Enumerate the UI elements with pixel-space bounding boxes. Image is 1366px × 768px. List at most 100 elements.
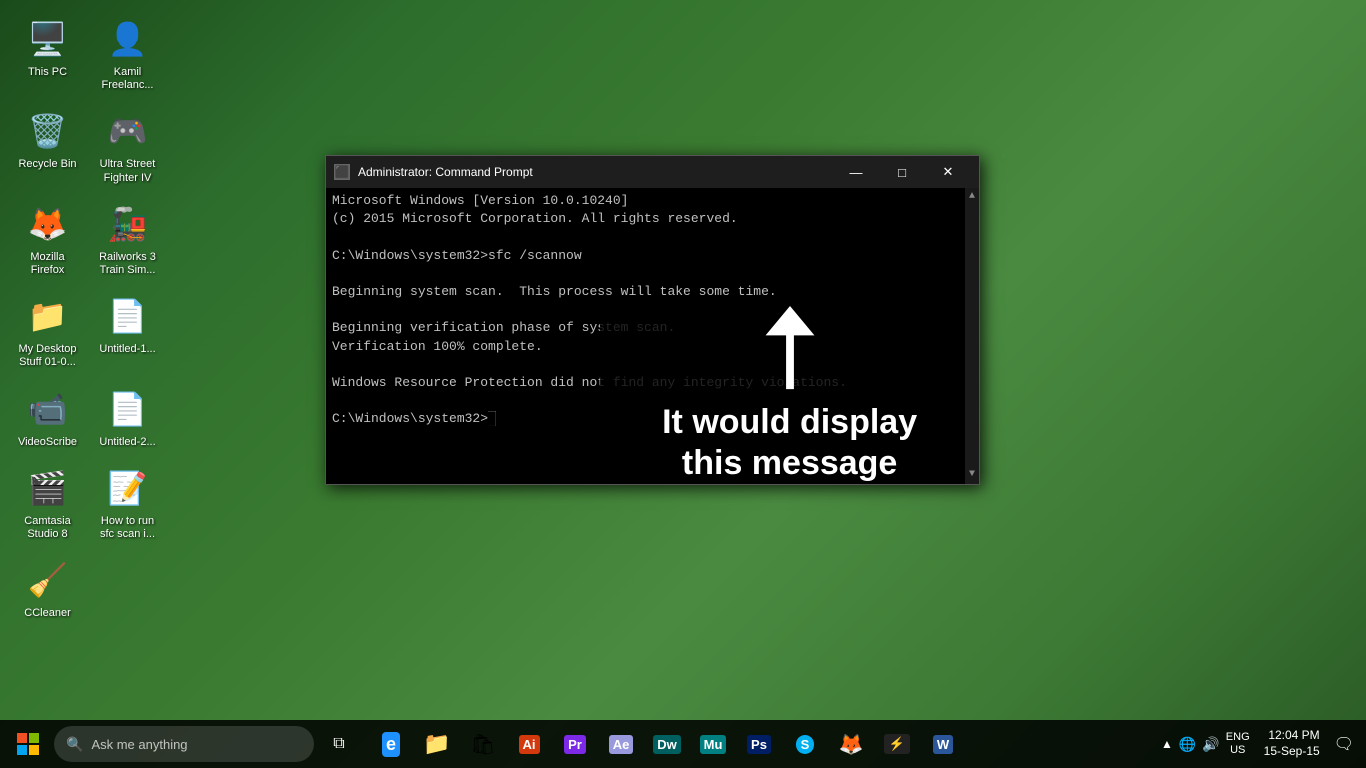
videoscribe-label: VideoScribe <box>18 436 77 449</box>
cmd-close-button[interactable]: ✕ <box>925 156 971 188</box>
taskbar-photoshop[interactable]: Ps <box>736 720 782 768</box>
taskbar: 🔍 ⧉ e 📁 🛍 Ai Pr <box>0 720 1366 768</box>
firefox-taskbar-icon: 🦊 <box>839 732 864 757</box>
ultra-street-label: Ultra Street Fighter IV <box>95 158 160 184</box>
scrollbar-up-arrow[interactable]: ▲ <box>967 188 977 206</box>
taskbar-date: 15-Sep-15 <box>1264 744 1320 760</box>
desktop-icon-recycle-bin[interactable]: 🗑️ Recycle Bin <box>10 102 85 189</box>
ultra-street-icon: 🎮 <box>104 107 152 155</box>
after-effects-icon: Ae <box>609 735 634 754</box>
taskbar-word[interactable]: W <box>920 720 966 768</box>
language-indicator[interactable]: ENG US <box>1226 731 1250 757</box>
cmd-line-3 <box>332 228 965 246</box>
skype-icon: S <box>796 735 815 754</box>
annotation-arrow-svg <box>755 306 825 394</box>
taskbar-pinned-apps: e 📁 🛍 Ai Pr Ae Dw <box>364 720 1151 768</box>
task-view-button[interactable]: ⧉ <box>316 720 362 768</box>
scrollbar-down-arrow[interactable]: ▼ <box>967 466 977 484</box>
notification-button[interactable]: 🗨 <box>1334 734 1354 754</box>
how-to-run-icon: 📝 <box>104 464 152 512</box>
taskbar-firefox[interactable]: 🦊 <box>828 720 874 768</box>
language-locale: US <box>1226 744 1250 757</box>
this-pc-label: This PC <box>28 66 67 79</box>
desktop-icon-untitled2[interactable]: 📄 Untitled-2... <box>90 380 165 454</box>
cmd-titlebar: ⬛ Administrator: Command Prompt — □ ✕ <box>326 156 979 188</box>
explorer-icon: 📁 <box>423 731 450 757</box>
cmd-minimize-button[interactable]: — <box>833 156 879 188</box>
untitled1-icon: 📄 <box>104 292 152 340</box>
dreamweaver-icon: Dw <box>653 735 681 754</box>
taskbar-edge[interactable]: e <box>368 720 414 768</box>
camtasia-icon: 🎬 <box>24 464 72 512</box>
annotation-overlay: It would display this message <box>600 306 979 484</box>
how-to-run-label: How to run sfc scan i... <box>95 515 160 541</box>
ccleaner-label: CCleaner <box>24 607 70 620</box>
desktop-icon-railworks[interactable]: 🚂 Railworks 3 Train Sim... <box>90 195 165 282</box>
taskbar-skype[interactable]: S <box>782 720 828 768</box>
untitled2-icon: 📄 <box>104 385 152 433</box>
word-icon: W <box>933 735 953 754</box>
cmd-line-6: Beginning system scan. This process will… <box>332 283 965 301</box>
desktop-icon-untitled1[interactable]: 📄 Untitled-1... <box>90 287 165 374</box>
taskbar-after-effects[interactable]: Ae <box>598 720 644 768</box>
cmd-line-4: C:\Windows\system32>sfc /scannow <box>332 247 965 265</box>
volume-icon[interactable]: 🔊 <box>1202 736 1219 753</box>
desktop-icon-this-pc[interactable]: 🖥️ This PC <box>10 10 85 97</box>
photoshop-icon: Ps <box>747 735 771 754</box>
annotation-text-line1: It would display <box>662 402 917 443</box>
my-desktop-label: My Desktop Stuff 01-0... <box>15 343 80 369</box>
kamil-label: Kamil Freelanc... <box>95 66 160 92</box>
network-icon[interactable]: 🌐 <box>1179 736 1196 753</box>
taskbar-muse[interactable]: Mu <box>690 720 736 768</box>
railworks-icon: 🚂 <box>104 200 152 248</box>
desktop-icon-how-to-run[interactable]: 📝 How to run sfc scan i... <box>90 459 165 546</box>
taskbar-store[interactable]: 🛍 <box>460 720 506 768</box>
search-icon: 🔍 <box>66 736 83 753</box>
desktop: 🖥️ This PC 👤 Kamil Freelanc... 🗑️ Recycl… <box>0 0 1366 768</box>
taskbar-explorer[interactable]: 📁 <box>414 720 460 768</box>
taskbar-clock[interactable]: 12:04 PM 15-Sep-15 <box>1256 728 1328 759</box>
illustrator-icon: Ai <box>519 735 540 754</box>
desktop-icons-container: 🖥️ This PC 👤 Kamil Freelanc... 🗑️ Recycl… <box>0 0 175 635</box>
videoscribe-icon: 📹 <box>24 385 72 433</box>
taskbar-dark-app[interactable]: ⚡ <box>874 720 920 768</box>
language-name: ENG <box>1226 731 1250 744</box>
cmd-scrollbar[interactable]: ▲ ▼ <box>965 188 979 484</box>
windows-logo-icon <box>17 733 39 755</box>
desktop-icon-ultra-street[interactable]: 🎮 Ultra Street Fighter IV <box>90 102 165 189</box>
ccleaner-icon: 🧹 <box>24 556 72 604</box>
edge-icon: e <box>382 732 400 757</box>
search-input[interactable] <box>91 737 302 752</box>
mozilla-label: Mozilla Firefox <box>15 251 80 277</box>
kamil-icon: 👤 <box>104 15 152 63</box>
taskbar-illustrator[interactable]: Ai <box>506 720 552 768</box>
dark-app-icon: ⚡ <box>884 734 910 754</box>
annotation-text-line2: this message <box>682 443 897 484</box>
system-tray: ▲ 🌐 🔊 ENG US 12:04 PM 15-Sep-15 🗨 <box>1153 728 1362 759</box>
untitled1-label: Untitled-1... <box>99 343 155 356</box>
taskbar-search[interactable]: 🔍 <box>54 726 314 762</box>
taskbar-time: 12:04 PM <box>1264 728 1320 744</box>
system-tray-expand-button[interactable]: ▲ <box>1161 737 1173 751</box>
desktop-icon-camtasia[interactable]: 🎬 Camtasia Studio 8 <box>10 459 85 546</box>
start-button[interactable] <box>4 720 52 768</box>
desktop-icon-kamil[interactable]: 👤 Kamil Freelanc... <box>90 10 165 97</box>
command-prompt-window[interactable]: ⬛ Administrator: Command Prompt — □ ✕ Mi… <box>325 155 980 485</box>
desktop-icon-mozilla[interactable]: 🦊 Mozilla Firefox <box>10 195 85 282</box>
desktop-icon-ccleaner[interactable]: 🧹 CCleaner <box>10 551 85 625</box>
my-desktop-icon: 📁 <box>24 292 72 340</box>
mozilla-icon: 🦊 <box>24 200 72 248</box>
taskbar-premiere[interactable]: Pr <box>552 720 598 768</box>
this-pc-icon: 🖥️ <box>24 15 72 63</box>
cmd-content-area: Microsoft Windows [Version 10.0.10240] (… <box>326 188 979 484</box>
desktop-icon-my-desktop[interactable]: 📁 My Desktop Stuff 01-0... <box>10 287 85 374</box>
untitled2-label: Untitled-2... <box>99 436 155 449</box>
recycle-bin-icon: 🗑️ <box>24 107 72 155</box>
cmd-app-icon: ⬛ <box>334 164 350 180</box>
store-icon: 🛍 <box>470 732 495 757</box>
cmd-line-5 <box>332 265 965 283</box>
desktop-icon-videoscribe[interactable]: 📹 VideoScribe <box>10 380 85 454</box>
cmd-maximize-button[interactable]: □ <box>879 156 925 188</box>
muse-icon: Mu <box>700 735 727 754</box>
taskbar-dreamweaver[interactable]: Dw <box>644 720 690 768</box>
